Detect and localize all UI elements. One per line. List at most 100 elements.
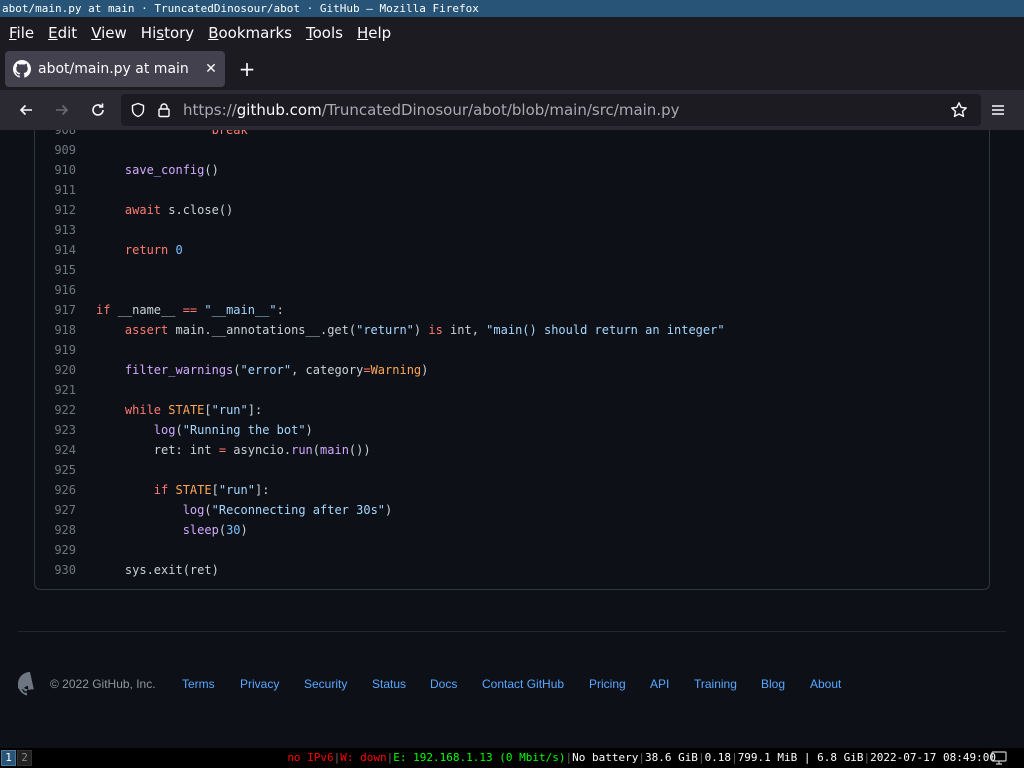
footer-link-docs[interactable]: Docs bbox=[430, 670, 457, 698]
menu-item[interactable]: View bbox=[84, 24, 134, 42]
code-line: 915 bbox=[35, 260, 989, 280]
url-host: github.com bbox=[236, 101, 322, 119]
footer-divider bbox=[18, 631, 1006, 632]
code-text: assert main.__annotations__.get("return"… bbox=[124, 323, 725, 337]
footer-link-blog[interactable]: Blog bbox=[761, 670, 785, 698]
code-text: while STATE["run"]: bbox=[124, 403, 263, 417]
line-number[interactable]: 908 bbox=[35, 130, 76, 140]
code-text: if __name__ == "__main__": bbox=[96, 303, 284, 317]
footer-link-status[interactable]: Status bbox=[372, 670, 406, 698]
line-number[interactable]: 915 bbox=[35, 260, 76, 280]
line-number[interactable]: 909 bbox=[35, 140, 76, 160]
code-line: 924 ret: int = asyncio.run(main()) bbox=[35, 440, 989, 460]
ipv6-status: no IPv6 bbox=[287, 751, 334, 764]
code-text: if STATE["run"]: bbox=[153, 483, 270, 497]
app-menu-button[interactable] bbox=[984, 96, 1012, 124]
url-scheme: https:// bbox=[183, 101, 237, 119]
workspace-1-button[interactable]: 1 bbox=[1, 750, 16, 766]
line-number[interactable]: 923 bbox=[35, 420, 76, 440]
forward-arrow-icon bbox=[56, 104, 69, 116]
menu-item[interactable]: Tools bbox=[299, 24, 350, 42]
line-number[interactable]: 910 bbox=[35, 160, 76, 180]
status-line: no IPv6|W: down|E: 192.168.1.13 (0 Mbit/… bbox=[287, 751, 996, 764]
footer-link-terms[interactable]: Terms bbox=[182, 670, 215, 698]
close-icon[interactable]: ✕ bbox=[201, 59, 221, 79]
line-number[interactable]: 917 bbox=[35, 300, 76, 320]
star-icon[interactable] bbox=[950, 101, 968, 119]
footer-link-about[interactable]: About bbox=[810, 670, 841, 698]
network-tray-icon[interactable] bbox=[991, 751, 1007, 765]
footer-link-contact-github[interactable]: Contact GitHub bbox=[482, 670, 564, 698]
load-status: 0.18 bbox=[704, 751, 732, 764]
memory-status: 799.1 MiB | 6.8 GiB bbox=[737, 751, 864, 764]
code-line: 927 log("Reconnecting after 30s") bbox=[35, 500, 989, 520]
line-number[interactable]: 914 bbox=[35, 240, 76, 260]
menu-item[interactable]: File bbox=[2, 24, 41, 42]
back-button[interactable] bbox=[12, 96, 40, 124]
line-number[interactable]: 928 bbox=[35, 520, 76, 540]
line-number[interactable]: 927 bbox=[35, 500, 76, 520]
tab-active[interactable]: abot/main.py at main ✕ bbox=[5, 51, 225, 87]
code-line: 910 save_config() bbox=[35, 160, 989, 180]
forward-button[interactable] bbox=[48, 96, 76, 124]
line-number[interactable]: 924 bbox=[35, 440, 76, 460]
reload-button[interactable] bbox=[84, 96, 112, 124]
ethernet-status: E: 192.168.1.13 (0 Mbit/s) bbox=[393, 751, 566, 764]
code-text: break bbox=[211, 130, 248, 137]
new-tab-button[interactable]: + bbox=[234, 56, 260, 82]
menu-bar: File Edit View History Bookmarks Tools Help bbox=[0, 17, 1024, 48]
line-number[interactable]: 926 bbox=[35, 480, 76, 500]
code-text: save_config() bbox=[124, 163, 219, 177]
code-line: 923 log("Running the bot") bbox=[35, 420, 989, 440]
code-line: 909 bbox=[35, 140, 989, 160]
code-line: 921 bbox=[35, 380, 989, 400]
line-number[interactable]: 916 bbox=[35, 280, 76, 300]
battery-status: No battery bbox=[572, 751, 639, 764]
footer-link-api[interactable]: API bbox=[650, 670, 669, 698]
clock: 2022-07-17 08:49:00 bbox=[870, 751, 996, 764]
code-line: 929 bbox=[35, 540, 989, 560]
footer-link-security[interactable]: Security bbox=[304, 670, 347, 698]
footer-link-training[interactable]: Training bbox=[694, 670, 737, 698]
reload-icon bbox=[92, 103, 104, 116]
menu-item[interactable]: Help bbox=[350, 24, 398, 42]
line-number[interactable]: 918 bbox=[35, 320, 76, 340]
footer-link-pricing[interactable]: Pricing bbox=[589, 670, 626, 698]
line-number[interactable]: 919 bbox=[35, 340, 76, 360]
code-viewer: 908 break 909 910 save_config() 911 912 awai… bbox=[34, 130, 990, 590]
workspace-2-button[interactable]: 2 bbox=[17, 750, 32, 766]
url-bar[interactable]: https://github.com/TruncatedDinosour/abo… bbox=[121, 94, 981, 126]
window-title-bar: abot/main.py at main · TruncatedDinosour… bbox=[0, 0, 1024, 17]
tab-title: abot/main.py at main bbox=[38, 61, 189, 77]
code-text: log("Reconnecting after 30s") bbox=[182, 503, 393, 517]
footer-copyright: © 2022 GitHub, Inc. bbox=[50, 677, 156, 691]
line-number[interactable]: 911 bbox=[35, 180, 76, 200]
line-number[interactable]: 929 bbox=[35, 540, 76, 560]
code-line: 928 sleep(30) bbox=[35, 520, 989, 540]
menu-item[interactable]: Edit bbox=[41, 24, 84, 42]
line-number[interactable]: 922 bbox=[35, 400, 76, 420]
line-number[interactable]: 912 bbox=[35, 200, 76, 220]
footer-link-privacy[interactable]: Privacy bbox=[240, 670, 279, 698]
code-line: 926 if STATE["run"]: bbox=[35, 480, 989, 500]
menu-item[interactable]: History bbox=[134, 24, 201, 42]
i3-status-bar: 1 2 no IPv6|W: down|E: 192.168.1.13 (0 M… bbox=[0, 748, 1024, 768]
line-number[interactable]: 920 bbox=[35, 360, 76, 380]
code-text: await s.close() bbox=[124, 203, 234, 217]
hamburger-menu-icon bbox=[992, 105, 1004, 115]
code-line: 925 bbox=[35, 460, 989, 480]
github-logo-icon[interactable] bbox=[18, 672, 42, 696]
navigation-toolbar: https://github.com/TruncatedDinosour/abo… bbox=[0, 90, 1024, 130]
line-number[interactable]: 925 bbox=[35, 460, 76, 480]
code-text: sys.exit(ret) bbox=[96, 563, 219, 577]
shield-icon[interactable] bbox=[130, 102, 146, 118]
back-arrow-icon bbox=[19, 104, 32, 116]
code-text: ret: int = asyncio.run(main()) bbox=[96, 443, 371, 457]
url-text[interactable]: https://github.com/TruncatedDinosour/abo… bbox=[183, 94, 679, 126]
lock-icon[interactable] bbox=[156, 102, 172, 118]
code-line: 920 filter_warnings("error", category=Wa… bbox=[35, 360, 989, 380]
menu-item[interactable]: Bookmarks bbox=[201, 24, 299, 42]
line-number[interactable]: 930 bbox=[35, 560, 76, 580]
line-number[interactable]: 921 bbox=[35, 380, 76, 400]
line-number[interactable]: 913 bbox=[35, 220, 76, 240]
